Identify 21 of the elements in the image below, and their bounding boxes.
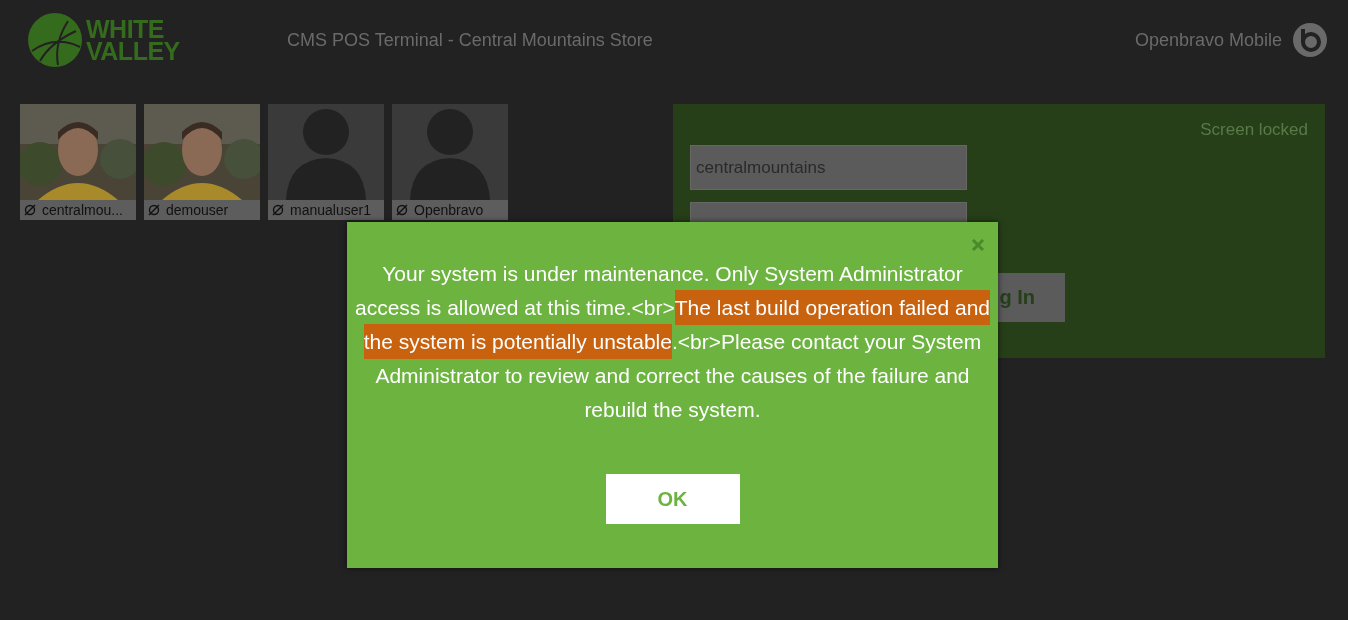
slashed-circle-icon bbox=[272, 204, 284, 216]
user-name: centralmou... bbox=[42, 202, 123, 218]
lock-status: Screen locked bbox=[1200, 120, 1308, 140]
logo-text: VALLEY bbox=[86, 40, 180, 62]
brand-name: Openbravo Mobile bbox=[1134, 29, 1282, 51]
slashed-circle-icon bbox=[396, 204, 408, 216]
user-name: manualuser1 bbox=[290, 202, 371, 218]
close-icon[interactable] bbox=[971, 238, 985, 252]
slashed-circle-icon bbox=[24, 204, 36, 216]
terminal-title: CMS POS Terminal - Central Mountains Store bbox=[287, 29, 653, 51]
user-tile[interactable]: manualuser1 bbox=[268, 104, 384, 220]
user-tile[interactable]: Openbravo bbox=[392, 104, 508, 220]
user-name: Openbravo bbox=[414, 202, 484, 218]
slashed-circle-icon bbox=[148, 204, 160, 216]
logo-text: WHITE bbox=[86, 18, 165, 40]
globe-logo-icon bbox=[28, 13, 82, 67]
ok-button[interactable]: OK bbox=[605, 474, 740, 524]
user-tile[interactable]: centralmou... bbox=[20, 104, 136, 220]
user-tile[interactable]: demouser bbox=[144, 104, 260, 220]
brand-logo-icon bbox=[1292, 22, 1328, 58]
user-name: demouser bbox=[166, 202, 229, 218]
